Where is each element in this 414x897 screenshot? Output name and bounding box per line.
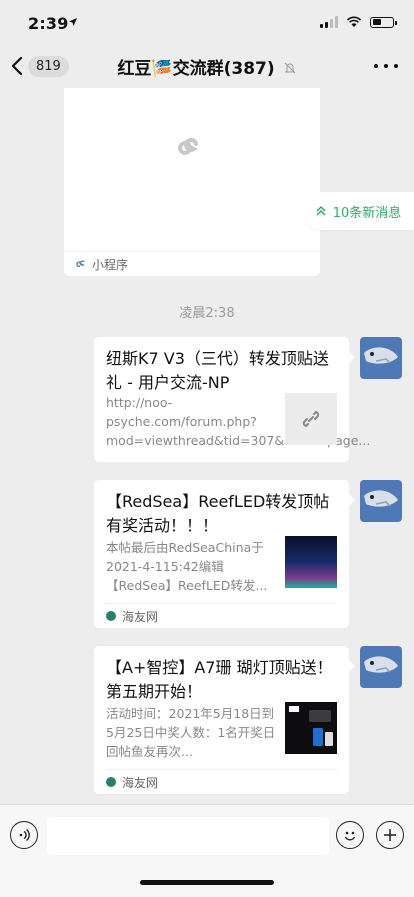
message-title: 【A+智控】A7珊 瑚灯顶贴送！第五期开始！ xyxy=(106,658,333,701)
new-messages-button[interactable]: 10条新消息 xyxy=(302,192,414,230)
source-name: 海友网 xyxy=(122,609,159,624)
message-description: 本帖最后由RedSeaChina于2021-4-115:42编辑【RedSea】… xyxy=(106,540,268,593)
aquarium-thumbnail xyxy=(285,536,337,588)
message-description: 活动时间：2021年5月18日到5月25日中奖人数：1名开奖日回帖鱼友再次... xyxy=(106,706,276,759)
nav-bar: 819 红豆🎏交流群(387) xyxy=(0,44,414,88)
mini-program-footer: 小程序 xyxy=(64,251,320,276)
fish-avatar-icon xyxy=(364,490,398,507)
mini-program-logo-icon xyxy=(178,137,198,155)
link-card-message[interactable]: 纽斯K7 V3（三代）转发顶贴送礼 - 用户交流-NP http://noo-p… xyxy=(94,337,371,462)
chevron-up-icon xyxy=(316,205,326,216)
mini-program-small-icon xyxy=(76,260,85,267)
mute-icon xyxy=(284,62,295,74)
sender-avatar[interactable] xyxy=(360,480,402,522)
more-button[interactable] xyxy=(374,56,398,76)
link-card-message[interactable]: 【RedSea】ReefLED转发顶帖有奖活动！！！ 本帖最后由RedSeaCh… xyxy=(94,480,355,628)
more-functions-button[interactable] xyxy=(376,821,404,849)
wifi-icon xyxy=(346,16,362,27)
mini-program-label: 小程序 xyxy=(92,257,129,272)
status-bar: 2:39 xyxy=(0,0,414,44)
sender-avatar[interactable] xyxy=(360,337,402,379)
emoji-button[interactable] xyxy=(336,821,364,849)
chat-title: 红豆🎏交流群(387) xyxy=(0,54,414,79)
source-name: 海友网 xyxy=(122,775,159,790)
status-indicators xyxy=(320,16,397,28)
home-indicator xyxy=(140,880,274,885)
haiyou-logo-icon xyxy=(106,611,116,621)
link-thumbnail xyxy=(285,393,337,445)
message-title: 纽斯K7 V3（三代）转发顶贴送礼 - 用户交流-NP xyxy=(106,349,329,392)
new-messages-label: 10条新消息 xyxy=(332,205,402,221)
message-description: http://noo-psyche.com/forum.php?mod=view… xyxy=(106,395,371,448)
message-input[interactable] xyxy=(47,817,329,855)
timestamp: 凌晨2:38 xyxy=(179,306,235,321)
status-time: 2:39 xyxy=(28,14,69,33)
product-thumbnail xyxy=(285,702,337,754)
haiyou-logo-icon xyxy=(106,777,116,787)
battery-icon xyxy=(370,16,397,28)
chat-title-text: 红豆🎏交流群(387) xyxy=(117,59,275,79)
chat-area[interactable]: 小程序 10条新消息 凌晨2:38 纽斯K7 V3（三代）转发顶贴送礼 - 用户… xyxy=(0,88,414,804)
mini-program-card[interactable]: 小程序 xyxy=(64,88,320,276)
fish-avatar-icon xyxy=(364,656,398,673)
sender-avatar[interactable] xyxy=(360,646,402,688)
link-icon xyxy=(302,410,320,428)
more-icon xyxy=(374,64,378,68)
location-arrow-icon xyxy=(69,18,77,26)
lamp-product-image-icon xyxy=(289,706,333,746)
message-source: 海友网 xyxy=(106,769,337,794)
plus-icon xyxy=(384,829,396,841)
fish-avatar-icon xyxy=(364,347,398,364)
voice-button[interactable] xyxy=(10,821,38,849)
message-title: 【RedSea】ReefLED转发顶帖有奖活动！！！ xyxy=(106,492,330,535)
message-source: 海友网 xyxy=(106,603,337,628)
voice-icon xyxy=(19,828,30,842)
signal-icon xyxy=(320,16,338,28)
emoji-icon xyxy=(344,831,356,841)
link-card-message[interactable]: 【A+智控】A7珊 瑚灯顶贴送！第五期开始！ 活动时间：2021年5月18日到5… xyxy=(94,646,355,794)
